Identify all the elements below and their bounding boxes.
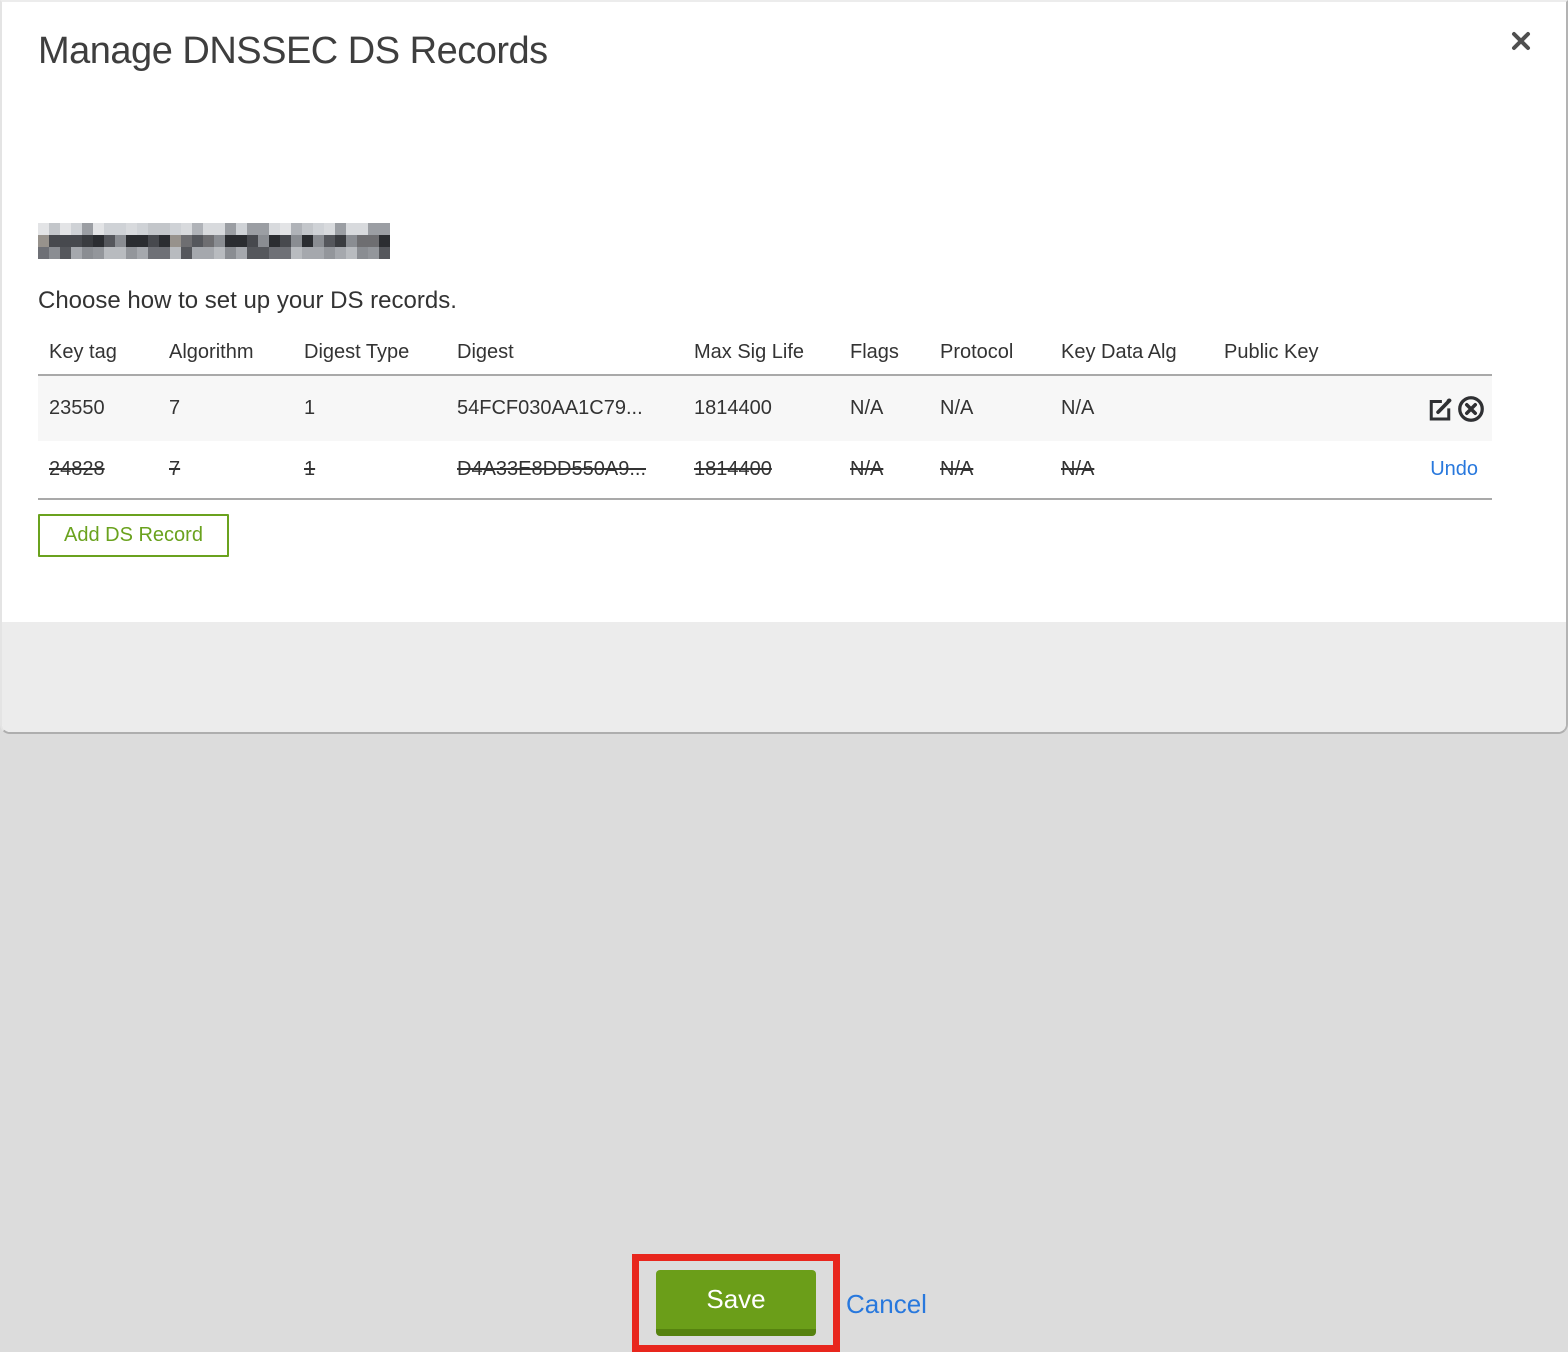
- save-button[interactable]: Save: [656, 1270, 816, 1336]
- add-ds-record-button[interactable]: Add DS Record: [38, 514, 229, 557]
- table-cell-digest: D4A33E8DD550A9...: [457, 458, 647, 480]
- table-cell-key-data-alg: N/A: [1061, 458, 1095, 480]
- table-cell-protocol: N/A: [940, 397, 974, 419]
- undo-link[interactable]: Undo: [1430, 458, 1486, 481]
- table-cell-digest-type: 1: [304, 397, 316, 419]
- table-cell-digest: 54FCF030AA1C79...: [457, 397, 643, 419]
- close-icon[interactable]: [1504, 24, 1538, 58]
- row-actions: [1353, 394, 1492, 424]
- table-header-row: Key tag Algorithm Digest Type Digest Max Sig…: [38, 330, 1492, 374]
- column-header: Digest: [457, 340, 514, 363]
- column-header: Key Data Alg: [1061, 340, 1177, 363]
- table-cell-digest-type: 1: [304, 458, 316, 480]
- column-header: Public Key: [1224, 340, 1319, 363]
- table-cell-key-tag: 24828: [49, 458, 105, 480]
- column-header: Max Sig Life: [694, 340, 805, 363]
- table-cell-algorithm: 7: [169, 458, 181, 480]
- modal-footer: Save Cancel: [2, 622, 1566, 1352]
- table-row: 24828 7 1 D4A33E8DD550A9... 1814400 N/A N/A N/A…: [38, 441, 1492, 498]
- table-cell-key-tag: 23550: [49, 397, 105, 419]
- table-cell-key-data-alg: N/A: [1061, 397, 1095, 419]
- table-cell-algorithm: 7: [169, 397, 181, 419]
- column-header: Algorithm: [169, 340, 254, 363]
- annotation-highlight-rectangle: Save: [632, 1254, 840, 1352]
- column-header: Key tag: [49, 340, 117, 363]
- column-header: Protocol: [940, 340, 1014, 363]
- table-cell-max-sig-life: 1814400: [694, 397, 772, 419]
- column-header: Digest Type: [304, 340, 410, 363]
- delete-icon: [1458, 395, 1484, 422]
- dnssec-modal: Manage DNSSEC DS Records Choose how to s…: [0, 0, 1568, 1352]
- table-cell-flags: N/A: [850, 458, 884, 480]
- edit-icon: [1429, 398, 1452, 420]
- cancel-link[interactable]: Cancel: [846, 1289, 927, 1320]
- table-cell-max-sig-life: 1814400: [694, 458, 772, 480]
- table-cell-protocol: N/A: [940, 458, 974, 480]
- row-actions: Undo: [1353, 458, 1492, 481]
- edit-record-button[interactable]: [1425, 394, 1455, 424]
- column-header: Flags: [850, 340, 899, 363]
- instruction-text: Choose how to set up your DS records.: [38, 287, 457, 314]
- domain-name-redacted: [38, 223, 390, 259]
- table-cell-flags: N/A: [850, 397, 884, 419]
- delete-record-button[interactable]: [1456, 394, 1486, 424]
- page-title: Manage DNSSEC DS Records: [38, 30, 548, 72]
- ds-records-table: Key tag Algorithm Digest Type Digest Max Sig…: [38, 330, 1492, 500]
- table-row: 23550 7 1 54FCF030AA1C79... 1814400 N/A N/A N/A: [38, 376, 1492, 441]
